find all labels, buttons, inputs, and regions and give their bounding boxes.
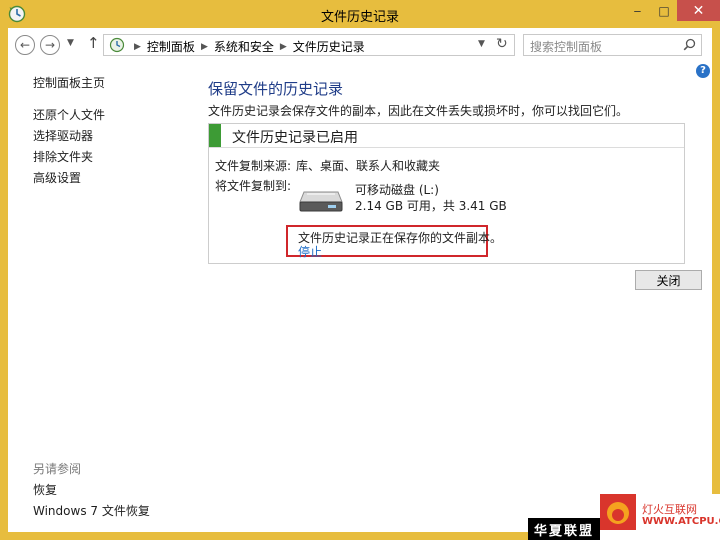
chevron-right-icon[interactable]: ▶ <box>280 42 287 52</box>
minimize-button[interactable]: ‒ <box>624 0 651 21</box>
chevron-right-icon[interactable]: ▶ <box>201 42 208 52</box>
arrow-up-icon: ↑ <box>87 34 100 52</box>
close-button[interactable]: 关闭 <box>635 270 702 290</box>
status-indicator <box>209 124 221 147</box>
arrow-right-icon: → <box>44 38 56 52</box>
forward-button[interactable]: → <box>40 35 60 55</box>
stop-link[interactable]: 停止 <box>298 243 322 260</box>
flame-logo-icon <box>600 494 636 530</box>
close-window-button[interactable]: ✕ <box>677 0 720 21</box>
status-message: 文件历史记录正在保存你的文件副本。 <box>298 231 503 245</box>
status-title: 文件历史记录已启用 <box>232 130 358 146</box>
see-also-heading: 另请参阅 <box>33 462 82 476</box>
see-also-recovery[interactable]: 恢复 <box>33 481 57 498</box>
refresh-icon[interactable]: ↻ <box>496 36 508 52</box>
page-title: 保留文件的历史记录 <box>208 80 344 98</box>
sidebar-item-select-drive[interactable]: 选择驱动器 <box>33 127 93 144</box>
watermark-en-text: WWW.ATCPU.COM <box>642 516 720 527</box>
arrow-left-icon: ← <box>19 38 31 52</box>
help-icon[interactable]: ? <box>696 64 710 78</box>
sidebar-item-restore-personal-files[interactable]: 还原个人文件 <box>33 106 105 123</box>
window-title: 文件历史记录 <box>320 10 399 25</box>
back-button[interactable]: ← <box>15 35 35 55</box>
breadcrumb-file-history[interactable]: 文件历史记录 <box>293 38 365 55</box>
chevron-right-icon: ▶ <box>134 41 141 52</box>
up-button[interactable]: ↑ <box>87 34 100 52</box>
drive-space: 2.14 GB 可用，共 3.41 GB <box>355 199 507 213</box>
copy-from-value: 库、桌面、联系人和收藏夹 <box>296 159 441 173</box>
address-dropdown-icon[interactable]: ▼ <box>478 39 485 49</box>
recent-locations-dropdown[interactable]: ▼ <box>67 38 74 48</box>
watermark-cn-text: 灯火互联网 <box>642 503 697 516</box>
copy-to-label: 将文件复制到: <box>215 179 292 193</box>
watermark-label: 华夏联盟 <box>528 518 600 540</box>
page-description: 文件历史记录会保存文件的副本，因此在文件丢失或损坏时，你可以找回它们。 <box>208 104 629 118</box>
breadcrumb-control-panel[interactable]: 控制面板 <box>147 38 195 55</box>
drive-name: 可移动磁盘 (L:) <box>355 183 439 197</box>
divider <box>209 147 684 148</box>
search-icon[interactable] <box>683 38 696 51</box>
status-message-box: 文件历史记录正在保存你的文件副本。 停止 <box>286 225 502 260</box>
status-panel: 文件历史记录已启用 文件复制来源: 库、桌面、联系人和收藏夹 将文件复制到: 可… <box>208 123 685 264</box>
control-panel-icon <box>109 37 125 53</box>
navigation-bar: ← → ▼ ↑ ▶ 控制面板 ▶ 系统和安全 ▶ 文件历史记录 ▼ ↻ 搜索控制… <box>8 28 712 62</box>
sidebar-item-control-panel-home[interactable]: 控制面板主页 <box>33 74 105 91</box>
maximize-button[interactable]: □ <box>651 0 677 21</box>
sidebar-item-advanced-settings[interactable]: 高级设置 <box>33 169 81 186</box>
search-box[interactable]: 搜索控制面板 <box>523 34 702 56</box>
watermark-logo-box: 灯火互联网 WWW.ATCPU.COM <box>600 494 720 540</box>
title-bar[interactable]: 文件历史记录 ‒ □ ✕ <box>0 0 720 28</box>
client-area: ← → ▼ ↑ ▶ 控制面板 ▶ 系统和安全 ▶ 文件历史记录 ▼ ↻ 搜索控制… <box>8 28 712 532</box>
window: 文件历史记录 ‒ □ ✕ ← → ▼ ↑ ▶ 控制面板 ▶ 系统和安全 ▶ 文件… <box>0 0 720 540</box>
breadcrumb: ▶ 控制面板 ▶ 系统和安全 ▶ 文件历史记录 <box>128 38 365 55</box>
copy-from-label: 文件复制来源: <box>215 159 292 173</box>
sidebar-item-exclude-folders[interactable]: 排除文件夹 <box>33 148 93 165</box>
removable-drive-icon <box>299 191 343 212</box>
address-bar[interactable]: ▶ 控制面板 ▶ 系统和安全 ▶ 文件历史记录 ▼ ↻ <box>103 34 515 56</box>
see-also-windows7-file-recovery[interactable]: Windows 7 文件恢复 <box>33 502 150 519</box>
breadcrumb-system-security[interactable]: 系统和安全 <box>214 38 274 55</box>
search-placeholder: 搜索控制面板 <box>530 40 603 54</box>
